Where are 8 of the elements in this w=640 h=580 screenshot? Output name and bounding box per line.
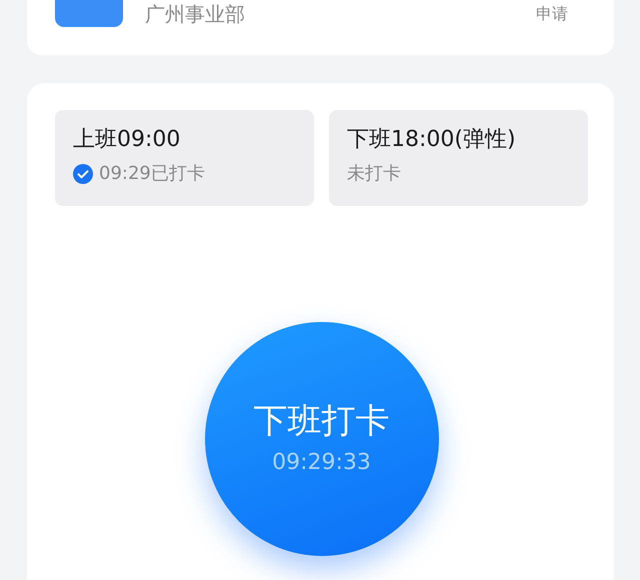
shift-title: 上班09:00 [73, 126, 182, 154]
punch-button[interactable]: 下班打卡 09:29:33 [204, 322, 438, 556]
apply-link[interactable]: 申请 [536, 0, 568, 28]
department-name: 广州事业部 [145, 1, 245, 28]
shift-status: 09:29已打卡 [99, 162, 205, 186]
shift-title: 下班18:00(弹性) [347, 126, 517, 154]
avatar [55, 0, 123, 27]
shift-status: 未打卡 [347, 162, 401, 186]
